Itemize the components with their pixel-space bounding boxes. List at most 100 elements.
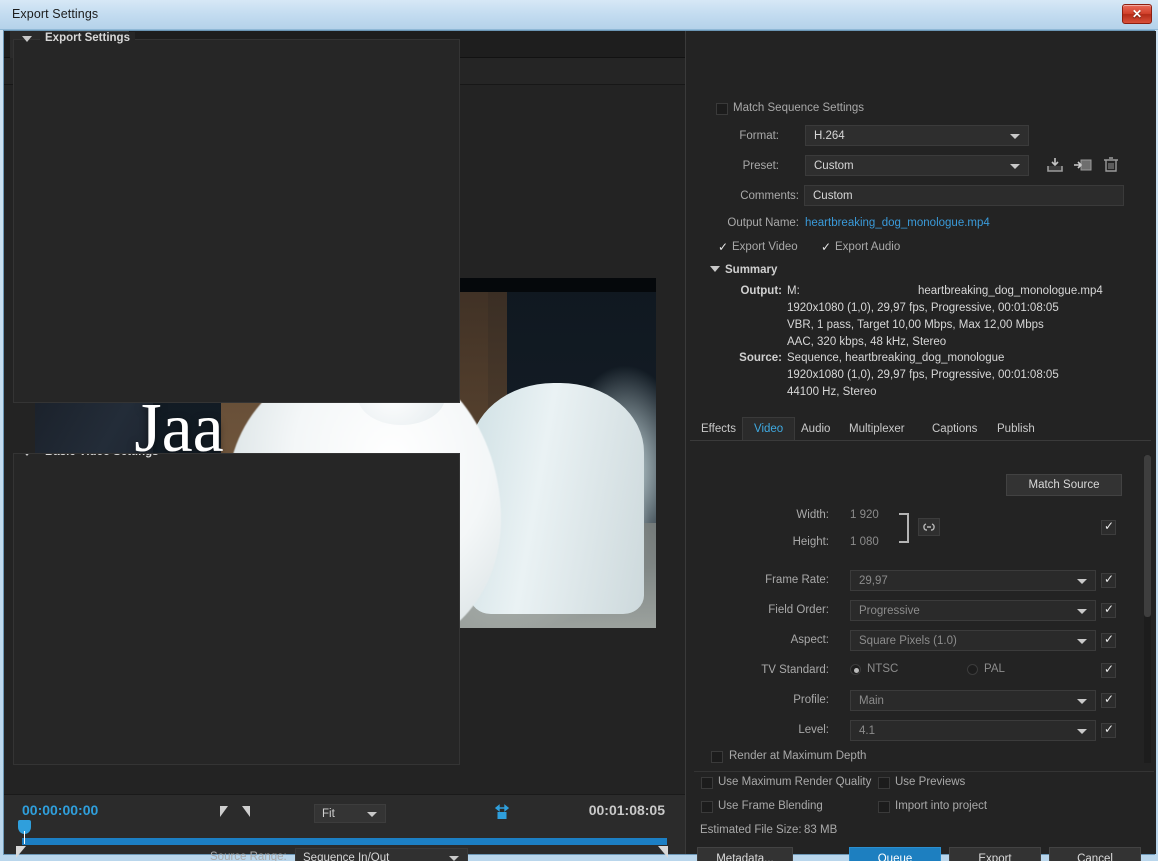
field-order-label: Field Order: bbox=[768, 604, 829, 616]
aspect-value: Square Pixels (1.0) bbox=[859, 635, 957, 647]
export-video-checkbox[interactable]: ✓ bbox=[718, 241, 728, 253]
tv-standard-label: TV Standard: bbox=[761, 664, 829, 676]
bottom-separator bbox=[694, 771, 1154, 772]
summary-source-label: Source: bbox=[739, 352, 782, 364]
zoom-level-value: Fit bbox=[322, 808, 335, 820]
export-button[interactable]: Export bbox=[949, 847, 1041, 861]
field-order-select[interactable]: Progressive bbox=[850, 600, 1096, 621]
queue-button[interactable]: Queue bbox=[849, 847, 941, 861]
height-label: Height: bbox=[792, 536, 829, 548]
tab-effects[interactable]: Effects bbox=[690, 417, 747, 440]
use-max-render-quality-checkbox[interactable] bbox=[701, 777, 713, 789]
chevron-down-icon bbox=[1077, 608, 1087, 614]
match-source-label: Match Source bbox=[1028, 479, 1100, 491]
width-value[interactable]: 1 920 bbox=[850, 509, 879, 521]
in-point-handle[interactable] bbox=[16, 846, 26, 858]
format-select[interactable]: H.264 bbox=[805, 125, 1029, 146]
tv-standard-ntsc-radio[interactable] bbox=[850, 664, 861, 675]
tab-publish[interactable]: Publish bbox=[986, 417, 1046, 440]
tab-multiplexer[interactable]: Multiplexer bbox=[838, 417, 916, 440]
chain-link-icon[interactable] bbox=[918, 518, 940, 536]
summary-source-line-1: Sequence, heartbreaking_dog_monologue bbox=[787, 352, 1005, 364]
import-preset-icon[interactable] bbox=[1073, 156, 1093, 174]
use-previews-checkbox[interactable] bbox=[878, 777, 890, 789]
use-frame-blending-label: Use Frame Blending bbox=[718, 800, 823, 812]
profile-checkbox[interactable] bbox=[1101, 692, 1116, 708]
level-select[interactable]: 4.1 bbox=[850, 720, 1096, 741]
level-checkbox[interactable] bbox=[1101, 722, 1116, 738]
render-max-depth-checkbox[interactable] bbox=[711, 751, 723, 763]
match-sequence-settings-checkbox[interactable] bbox=[716, 103, 728, 115]
save-preset-icon[interactable] bbox=[1045, 156, 1065, 174]
profile-value: Main bbox=[859, 695, 884, 707]
basic-video-disclosure-icon[interactable] bbox=[22, 454, 32, 456]
level-label: Level: bbox=[798, 724, 829, 736]
profile-select[interactable]: Main bbox=[850, 690, 1096, 711]
export-audio-label: Export Audio bbox=[835, 241, 901, 253]
frame-rate-value: 29,97 bbox=[859, 575, 888, 587]
frame-rate-select[interactable]: 29,97 bbox=[850, 570, 1096, 591]
width-height-checkbox[interactable] bbox=[1101, 519, 1116, 535]
aspect-checkbox[interactable] bbox=[1101, 632, 1116, 648]
tv-standard-checkbox[interactable] bbox=[1101, 662, 1116, 678]
export-settings-group-title: Export Settings bbox=[40, 32, 135, 44]
preset-select[interactable]: Custom bbox=[805, 155, 1029, 176]
comments-input[interactable]: Custom bbox=[804, 185, 1124, 206]
frame-rate-checkbox[interactable] bbox=[1101, 572, 1116, 588]
aspect-select[interactable]: Square Pixels (1.0) bbox=[850, 630, 1096, 651]
mark-in-button[interactable] bbox=[220, 806, 228, 817]
mark-out-button[interactable] bbox=[242, 806, 250, 817]
out-point-handle[interactable] bbox=[658, 846, 668, 858]
basic-video-settings-group: Basic Video Settings bbox=[13, 453, 460, 765]
estimated-file-size-value: 83 MB bbox=[804, 824, 838, 836]
import-into-project-checkbox[interactable] bbox=[878, 801, 890, 813]
chevron-down-icon bbox=[449, 856, 459, 861]
close-button[interactable]: ✕ bbox=[1122, 4, 1152, 24]
export-settings-group: Export Settings bbox=[13, 32, 460, 403]
export-audio-checkbox[interactable]: ✓ bbox=[821, 241, 831, 253]
close-icon: ✕ bbox=[1131, 7, 1143, 21]
source-range-select[interactable]: Sequence In/Out bbox=[295, 848, 468, 861]
tab-video[interactable]: Video bbox=[742, 417, 796, 440]
timeline-track[interactable] bbox=[22, 838, 667, 845]
output-name-link[interactable]: heartbreaking_dog_monologue.mp4 bbox=[805, 217, 990, 229]
summary-output-label: Output: bbox=[740, 285, 782, 297]
field-order-checkbox[interactable] bbox=[1101, 602, 1116, 618]
import-into-project-label: Import into project bbox=[895, 800, 988, 812]
window-title: Export Settings bbox=[12, 7, 99, 21]
match-source-button[interactable]: Match Source bbox=[1006, 474, 1122, 496]
tv-standard-ntsc-label: NTSC bbox=[867, 663, 899, 675]
delete-preset-icon[interactable] bbox=[1101, 156, 1121, 174]
export-button-label: Export bbox=[978, 853, 1012, 861]
chevron-down-icon bbox=[1077, 578, 1087, 584]
tab-multiplexer-label: Multiplexer bbox=[849, 422, 905, 435]
metadata-button[interactable]: Metadata... bbox=[697, 847, 793, 861]
cancel-button[interactable]: Cancel bbox=[1049, 847, 1141, 861]
summary-source-line-2: 1920x1080 (1,0), 29,97 fps, Progressive,… bbox=[787, 369, 1059, 381]
preset-label: Preset: bbox=[742, 160, 779, 172]
zoom-level-select[interactable]: Fit bbox=[314, 804, 386, 823]
chevron-down-icon bbox=[1010, 133, 1020, 139]
tab-effects-label: Effects bbox=[701, 422, 736, 435]
output-name-label: Output Name: bbox=[727, 217, 799, 229]
summary-group-title: Summary bbox=[725, 264, 778, 276]
tab-audio[interactable]: Audio bbox=[790, 417, 841, 440]
tab-captions[interactable]: Captions bbox=[921, 417, 988, 440]
in-out-range-icon[interactable] bbox=[493, 804, 511, 822]
comments-label: Comments: bbox=[740, 190, 799, 202]
use-frame-blending-checkbox[interactable] bbox=[701, 801, 713, 813]
current-timecode[interactable]: 00:00:00:00 bbox=[22, 802, 98, 818]
tab-audio-label: Audio bbox=[801, 422, 831, 435]
settings-scrollbar[interactable] bbox=[1144, 455, 1151, 763]
summary-disclosure-icon[interactable] bbox=[710, 266, 720, 272]
disclosure-triangle-icon[interactable] bbox=[22, 36, 32, 42]
summary-output-line-2: VBR, 1 pass, Target 10,00 Mbps, Max 12,0… bbox=[787, 319, 1044, 331]
source-range-value: Sequence In/Out bbox=[303, 852, 390, 861]
playhead-line bbox=[24, 831, 25, 844]
export-video-label: Export Video bbox=[732, 241, 798, 253]
settings-scrollbar-thumb[interactable] bbox=[1144, 455, 1151, 617]
tv-standard-pal-radio[interactable] bbox=[967, 664, 978, 675]
height-value[interactable]: 1 080 bbox=[850, 536, 879, 548]
summary-output-line-3: AAC, 320 kbps, 48 kHz, Stereo bbox=[787, 336, 947, 348]
preset-value: Custom bbox=[814, 160, 854, 172]
